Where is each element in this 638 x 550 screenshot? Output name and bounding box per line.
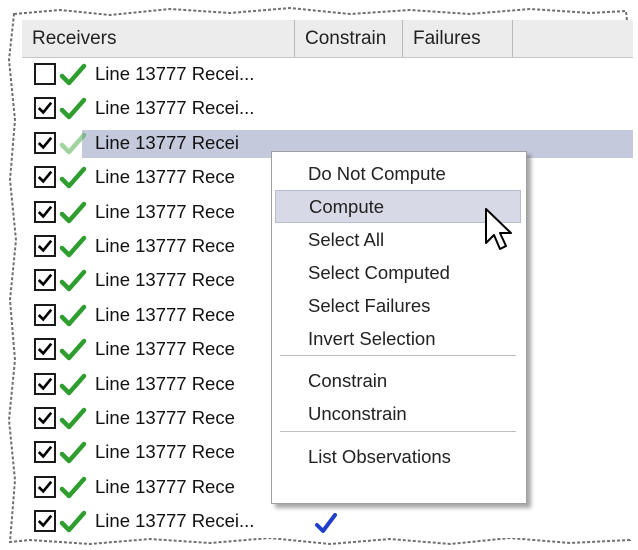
green-checkmark-icon xyxy=(59,476,87,498)
column-header-constrain[interactable]: Constrain xyxy=(295,20,403,57)
row-checkbox[interactable] xyxy=(34,131,56,154)
checkbox-tick-icon xyxy=(37,205,53,218)
receiver-name: Line 13777 Rece xyxy=(95,475,235,497)
checkbox-tick-icon xyxy=(37,377,53,390)
green-checkmark-icon xyxy=(59,166,87,189)
checkbox-tick-icon xyxy=(37,514,53,528)
checkbox-tick-icon xyxy=(37,308,53,322)
blue-checkmark-icon xyxy=(315,513,337,534)
row-checkbox[interactable] xyxy=(34,303,56,326)
checkbox-tick-icon xyxy=(37,170,53,184)
checkbox-tick-icon xyxy=(37,446,53,459)
green-checkmark-icon xyxy=(59,304,87,326)
row-checkbox[interactable] xyxy=(34,63,56,85)
green-checkmark-icon xyxy=(59,338,87,361)
checkbox-tick-icon xyxy=(37,411,53,425)
checkbox-tick-icon xyxy=(37,342,53,356)
table-row[interactable]: Line 13777 Recei... xyxy=(22,92,633,126)
checkbox-tick-icon xyxy=(37,136,53,150)
checkbox-tick-icon xyxy=(37,239,53,253)
checkbox-tick-icon xyxy=(37,102,53,115)
row-checkbox[interactable] xyxy=(34,97,56,120)
receiver-name: Line 13777 Rece xyxy=(95,406,235,428)
checkbox-tick-icon xyxy=(37,274,53,287)
table-row[interactable]: Line 13777 Recei... xyxy=(22,505,633,538)
row-checkbox[interactable] xyxy=(34,269,56,292)
green-checkmark-icon xyxy=(59,201,87,223)
receiver-name: Line 13777 Rece xyxy=(95,269,235,291)
receiver-name: Line 13777 Rece xyxy=(95,303,235,325)
receiver-name: Line 13777 Recei xyxy=(95,131,239,153)
row-checkbox[interactable] xyxy=(34,234,56,257)
row-checkbox[interactable] xyxy=(34,475,56,498)
menu-item-select-failures[interactable]: Select Failures xyxy=(275,289,521,322)
table-row[interactable]: Line 13777 Recei... xyxy=(22,58,633,92)
green-checkmark-icon xyxy=(59,407,87,430)
menu-item-unconstrain[interactable]: Unconstrain xyxy=(275,397,521,430)
row-checkbox[interactable] xyxy=(34,200,56,223)
receiver-name: Line 13777 Recei... xyxy=(95,97,255,119)
green-checkmark-icon xyxy=(59,442,87,464)
column-header-receivers[interactable]: Receivers xyxy=(22,20,295,57)
menu-item-select-computed[interactable]: Select Computed xyxy=(275,256,521,289)
receiver-name: Line 13777 Rece xyxy=(95,441,235,463)
mouse-pointer-icon xyxy=(485,208,512,250)
receiver-name: Line 13777 Recei... xyxy=(95,510,255,532)
menu-separator xyxy=(280,355,516,356)
menu-item-constrain[interactable]: Constrain xyxy=(275,364,521,397)
receiver-name: Line 13777 Rece xyxy=(95,166,235,188)
receiver-name: Line 13777 Rece xyxy=(95,338,235,360)
green-checkmark-icon xyxy=(59,510,87,533)
green-checkmark-icon xyxy=(59,98,87,120)
column-header-failures[interactable]: Failures xyxy=(403,20,513,57)
checkbox-tick-icon xyxy=(37,480,53,494)
green-checkmark-icon xyxy=(59,63,87,86)
row-checkbox[interactable] xyxy=(34,338,56,361)
row-checkbox[interactable] xyxy=(34,441,56,464)
column-header: Receivers Constrain Failures xyxy=(22,20,633,58)
row-checkbox[interactable] xyxy=(34,166,56,189)
menu-item-do-not-compute[interactable]: Do Not Compute xyxy=(275,157,521,190)
row-checkbox[interactable] xyxy=(34,372,56,395)
green-checkmark-icon xyxy=(59,235,87,258)
green-checkmark-icon xyxy=(59,270,87,292)
menu-item-invert-selection[interactable]: Invert Selection xyxy=(275,322,521,355)
receiver-name: Line 13777 Rece xyxy=(95,200,235,222)
receiver-name: Line 13777 Rece xyxy=(95,234,235,256)
row-checkbox[interactable] xyxy=(34,510,56,533)
row-checkbox[interactable] xyxy=(34,406,56,429)
menu-separator xyxy=(280,431,516,432)
receiver-name: Line 13777 Recei... xyxy=(95,63,255,84)
context-menu: Do Not Compute Compute Select All Select Co… xyxy=(271,151,527,504)
menu-item-list-observations[interactable]: List Observations xyxy=(275,440,521,473)
receiver-name: Line 13777 Rece xyxy=(95,372,235,394)
green-checkmark-icon xyxy=(59,373,87,395)
green-checkmark-icon xyxy=(59,132,87,155)
